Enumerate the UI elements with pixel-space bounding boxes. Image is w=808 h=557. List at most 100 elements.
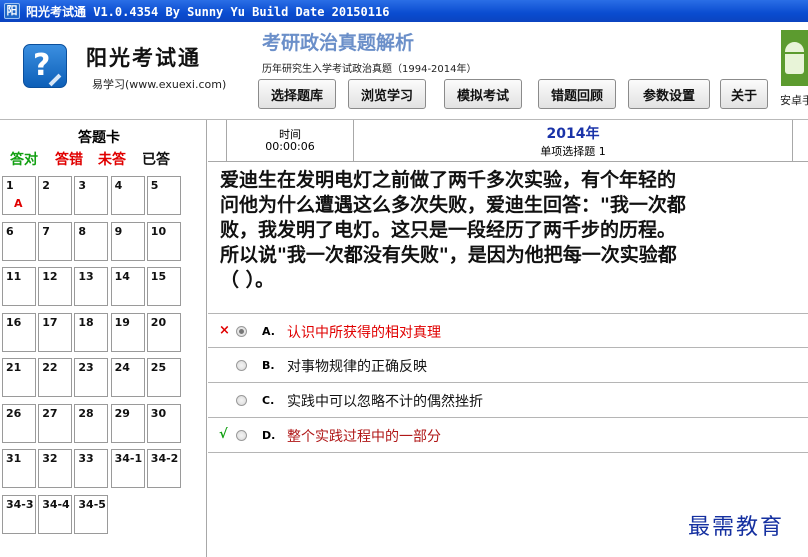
cell-number: 16 [6,315,22,329]
answer-card-cell[interactable]: 21 [2,358,36,397]
cell-number: 19 [114,315,130,329]
option-letter: A. [262,325,275,338]
answer-card-cell[interactable]: 19 [110,312,145,352]
radio-button[interactable] [236,395,247,406]
question-text: 爱迪生在发明电灯之前做了两千多次实验，有个年轻的 问他为什么遭遇这么多次失败，爱… [220,168,808,308]
time-value: 00:00:06 [265,140,315,153]
answer-card-cell[interactable]: 29 [110,403,145,443]
answer-card-cell[interactable]: 17 [38,312,73,352]
answer-card-cell[interactable]: 6 [2,221,36,261]
answer-card-cell[interactable]: 10 [146,221,181,261]
cell-number: 9 [114,224,123,238]
option-letter: D. [262,429,276,442]
about-button[interactable]: 关于 [720,79,768,109]
cell-number: 28 [78,406,94,420]
exam-title: 考研政治真题解析 [262,32,415,54]
answer-card-cell[interactable]: 32 [38,449,73,488]
answer-card-cell[interactable]: 30 [146,403,181,443]
cell-number: 26 [6,406,22,420]
app-name: 阳光考试通 [86,45,201,70]
radio-button[interactable] [236,430,247,441]
title-bar: 阳 阳光考试通 V1.0.4354 By Sunny Yu Build Date… [0,0,808,22]
radio-button[interactable] [236,360,247,371]
answer-card-cell[interactable]: 27 [38,403,73,443]
browse-study-button[interactable]: 浏览学习 [348,79,426,109]
android-icon[interactable] [781,30,808,86]
cell-number: 22 [42,361,58,374]
cell-number: 29 [114,406,130,420]
answer-card-cell[interactable]: 28 [74,403,109,443]
option-text: 整个实践过程中的一部分 [287,429,441,445]
cell-number: 8 [78,224,87,238]
answer-card-cell[interactable]: 34-2 [146,449,181,488]
answer-card-cell[interactable]: 18 [74,312,109,352]
answer-card-cell[interactable]: 4 [110,176,145,215]
option-text: 对事物规律的正确反映 [287,359,427,375]
cell-answer: A [14,197,23,210]
cell-number: 25 [150,361,167,374]
cell-number: 3 [78,179,87,192]
cell-number: 20 [150,315,167,329]
select-bank-button[interactable]: 选择题库 [258,79,336,109]
exam-subtitle: 历年研究生入学考试政治真题（1994-2014年） [262,64,477,75]
app-icon: 阳 [4,3,20,19]
option-d[interactable]: √ D. 整个实践过程中的一部分 [208,418,808,453]
answer-card-cell[interactable]: 9 [110,221,145,261]
answer-card-cell[interactable]: 11 [2,267,36,306]
answer-card-cell[interactable]: 25 [146,358,181,397]
answer-card-cell[interactable]: 3 [74,176,109,215]
cell-number: 13 [78,270,94,283]
answer-card-cell[interactable]: 7 [38,221,73,261]
answer-card-cell[interactable]: 34-4 [38,494,73,534]
legend-wrong: 答错 [55,152,83,168]
radio-button[interactable] [236,326,247,337]
option-a[interactable]: × A. 认识中所获得的相对真理 [208,313,808,348]
cell-number: 1 [6,179,14,192]
wrong-review-button[interactable]: 错题回顾 [538,79,616,109]
answer-card-cell[interactable]: 14 [110,267,145,306]
option-letter: B. [262,359,275,372]
answer-card-cell[interactable]: 20 [146,312,181,352]
answer-card-cell[interactable]: 34-1 [110,449,145,488]
cell-number: 5 [150,179,159,192]
correct-mark-icon: √ [219,427,228,442]
cell-number: 4 [114,179,123,192]
logo-icon: ? [23,44,67,88]
settings-button[interactable]: 参数设置 [628,79,710,109]
answer-card-cell[interactable]: 26 [2,403,36,443]
cell-number: 11 [6,270,22,283]
answer-card-title: 答题卡 [78,130,120,146]
answer-card-cell[interactable]: 34-3 [2,494,36,534]
answer-card-cell[interactable]: 15 [146,267,181,306]
cell-number: 21 [6,361,22,374]
answer-card-cell[interactable]: 22 [38,358,73,397]
android-label: 安卓手 [780,94,808,107]
answer-card-cell[interactable]: 5 [146,176,181,215]
cell-number: 33 [78,452,94,465]
window-title: 阳光考试通 V1.0.4354 By Sunny Yu Build Date 2… [26,5,390,19]
option-text: 实践中可以忽略不计的偶然挫折 [287,394,483,410]
answer-card-cell[interactable]: 16 [2,312,36,352]
answer-card-cell[interactable]: 23 [74,358,109,397]
cell-number: 10 [150,224,167,238]
answer-card-cell[interactable]: 31 [2,449,36,488]
answer-card-cell[interactable]: 24 [110,358,145,397]
answer-card-cell[interactable]: 13 [74,267,109,306]
cell-number: 34-2 [150,452,179,465]
answer-card-cell[interactable]: 1A [2,176,36,215]
option-b[interactable]: B. 对事物规律的正确反映 [208,348,808,383]
answer-card-cell[interactable]: 8 [74,221,109,261]
answer-card-cell[interactable]: 34-5 [74,494,109,534]
option-c[interactable]: C. 实践中可以忽略不计的偶然挫折 [208,383,808,418]
header: ? 阳光考试通 易学习(www.exuexi.com) 考研政治真题解析 历年研… [0,22,808,120]
answer-card-cell[interactable]: 12 [38,267,73,306]
cell-number: 14 [114,270,130,283]
cell-number: 32 [42,452,58,465]
cell-number: 6 [6,224,14,238]
cell-number: 23 [78,361,94,374]
question-line: 问他为什么遭遇这么多次失败，爱迪生回答："我一次都 [220,194,686,216]
answer-card-cell[interactable]: 2 [38,176,73,215]
timer: 时间 00:00:06 [226,120,354,162]
mock-exam-button[interactable]: 模拟考试 [444,79,522,109]
answer-card-cell[interactable]: 33 [74,449,109,488]
